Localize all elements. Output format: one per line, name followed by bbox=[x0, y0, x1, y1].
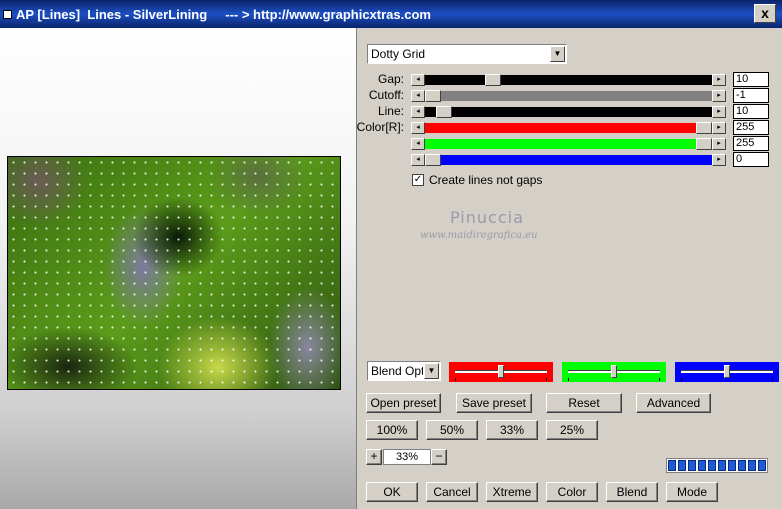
ok-button[interactable]: OK bbox=[366, 482, 418, 502]
gap-track[interactable] bbox=[425, 75, 712, 85]
progress-segment bbox=[668, 460, 676, 471]
progress-segment bbox=[688, 460, 696, 471]
progress-indicator bbox=[666, 458, 768, 473]
preview-image[interactable] bbox=[7, 156, 341, 390]
cutoff-value-field[interactable]: -1 bbox=[733, 88, 769, 103]
arrow-left-icon[interactable]: ◂ bbox=[411, 74, 425, 86]
cutoff-label: Cutoff: bbox=[368, 88, 404, 102]
system-menu-icon[interactable] bbox=[3, 9, 12, 19]
save-preset-button[interactable]: Save preset bbox=[456, 393, 532, 413]
blue-balance-thumb[interactable] bbox=[724, 365, 730, 378]
blend-options-value: Blend Optio bbox=[371, 364, 423, 378]
cutoff-thumb[interactable] bbox=[425, 90, 441, 102]
progress-segment bbox=[678, 460, 686, 471]
progress-segment bbox=[748, 460, 756, 471]
arrow-right-icon[interactable]: ▸ bbox=[712, 74, 726, 86]
tick-mark bbox=[681, 378, 682, 381]
preset-dropdown[interactable]: Dotty Grid ▼ bbox=[367, 44, 567, 64]
arrow-right-icon[interactable]: ▸ bbox=[712, 90, 726, 102]
arrow-left-icon[interactable]: ◂ bbox=[411, 154, 425, 166]
reset-button[interactable]: Reset bbox=[546, 393, 622, 413]
zoom-level-field[interactable]: 33% bbox=[383, 449, 431, 465]
blend-options-dropdown[interactable]: Blend Optio ▼ bbox=[367, 361, 441, 381]
open-preset-button[interactable]: Open preset bbox=[366, 393, 441, 413]
zoom-50-button[interactable]: 50% bbox=[426, 420, 478, 440]
preset-dropdown-value: Dotty Grid bbox=[371, 47, 426, 61]
arrow-left-icon[interactable]: ◂ bbox=[411, 122, 425, 134]
cutoff-slider[interactable]: ◂ ▸ bbox=[411, 90, 726, 102]
cancel-button[interactable]: Cancel bbox=[426, 482, 478, 502]
arrow-left-icon[interactable]: ◂ bbox=[411, 138, 425, 150]
colorchannel-track[interactable] bbox=[425, 139, 712, 149]
arrow-left-icon[interactable]: ◂ bbox=[411, 90, 425, 102]
red-balance-slider[interactable] bbox=[449, 362, 553, 382]
green-balance-slider[interactable] bbox=[562, 362, 666, 382]
blue-balance-slider[interactable] bbox=[675, 362, 779, 382]
zoom-out-button[interactable]: − bbox=[431, 449, 447, 465]
progress-segment bbox=[728, 460, 736, 471]
colorchannel-value-field[interactable]: 255 bbox=[733, 136, 769, 151]
dotty-grid-overlay bbox=[8, 157, 340, 389]
xtreme-button[interactable]: Xtreme bbox=[486, 482, 538, 502]
create-lines-label: Create lines not gaps bbox=[429, 173, 543, 187]
red-balance-thumb[interactable] bbox=[498, 365, 504, 378]
arrow-right-icon[interactable]: ▸ bbox=[712, 138, 726, 150]
colorr-thumb[interactable] bbox=[696, 122, 712, 134]
close-button[interactable]: x bbox=[754, 4, 776, 23]
green-balance-thumb[interactable] bbox=[611, 365, 617, 378]
colorchannel-value-field[interactable]: 0 bbox=[733, 152, 769, 167]
color-button[interactable]: Color bbox=[546, 482, 598, 502]
watermark-url: www.maidiregrafica.eu bbox=[420, 230, 538, 241]
check-mark-icon: ✓ bbox=[413, 174, 423, 185]
colorchannel-slider[interactable]: ◂ ▸ bbox=[411, 138, 726, 150]
gap-value-field[interactable]: 10 bbox=[733, 72, 769, 87]
zoom-33-button[interactable]: 33% bbox=[486, 420, 538, 440]
advanced-button[interactable]: Advanced bbox=[636, 393, 711, 413]
colorr-value-field[interactable]: 255 bbox=[733, 120, 769, 135]
tick-mark bbox=[772, 378, 773, 381]
gap-thumb[interactable] bbox=[485, 74, 501, 86]
arrow-right-icon[interactable]: ▸ bbox=[712, 154, 726, 166]
blend-button[interactable]: Blend bbox=[606, 482, 658, 502]
arrow-right-icon[interactable]: ▸ bbox=[712, 106, 726, 118]
colorr-label: Color[R]: bbox=[356, 120, 404, 134]
progress-segment bbox=[708, 460, 716, 471]
progress-segment bbox=[698, 460, 706, 471]
title-bar: AP [Lines] Lines - SilverLining --- > ht… bbox=[0, 0, 782, 28]
progress-segment bbox=[758, 460, 766, 471]
arrow-right-icon[interactable]: ▸ bbox=[712, 122, 726, 134]
colorchannel-thumb[interactable] bbox=[696, 138, 712, 150]
arrow-left-icon[interactable]: ◂ bbox=[411, 106, 425, 118]
line-slider[interactable]: ◂ ▸ bbox=[411, 106, 726, 118]
colorr-track[interactable] bbox=[425, 123, 712, 133]
colorr-slider[interactable]: ◂ ▸ bbox=[411, 122, 726, 134]
gap-slider[interactable]: ◂ ▸ bbox=[411, 74, 726, 86]
tick-mark bbox=[455, 378, 456, 381]
colorchannel-thumb[interactable] bbox=[425, 154, 441, 166]
window-title: AP [Lines] Lines - SilverLining --- > ht… bbox=[16, 6, 431, 22]
line-value-field[interactable]: 10 bbox=[733, 104, 769, 119]
watermark-name: Pinuccia bbox=[450, 208, 524, 227]
colorchannel-track[interactable] bbox=[425, 155, 712, 165]
zoom-100-button[interactable]: 100% bbox=[366, 420, 418, 440]
tick-mark bbox=[546, 378, 547, 381]
mode-button[interactable]: Mode bbox=[666, 482, 718, 502]
progress-segment bbox=[738, 460, 746, 471]
gap-label: Gap: bbox=[377, 72, 404, 86]
colorchannel-slider[interactable]: ◂ ▸ bbox=[411, 154, 726, 166]
line-track[interactable] bbox=[425, 107, 712, 117]
progress-segment bbox=[718, 460, 726, 471]
zoom-25-button[interactable]: 25% bbox=[546, 420, 598, 440]
create-lines-checkbox[interactable]: ✓ bbox=[412, 174, 424, 186]
zoom-in-button[interactable]: + bbox=[366, 449, 382, 465]
line-thumb[interactable] bbox=[436, 106, 452, 118]
cutoff-track[interactable] bbox=[425, 91, 712, 101]
tick-mark bbox=[659, 378, 660, 381]
chevron-down-icon[interactable]: ▼ bbox=[424, 363, 439, 379]
chevron-down-icon[interactable]: ▼ bbox=[550, 46, 565, 62]
tick-mark bbox=[568, 378, 569, 381]
preview-pane bbox=[0, 28, 357, 509]
line-label: Line: bbox=[377, 104, 404, 118]
